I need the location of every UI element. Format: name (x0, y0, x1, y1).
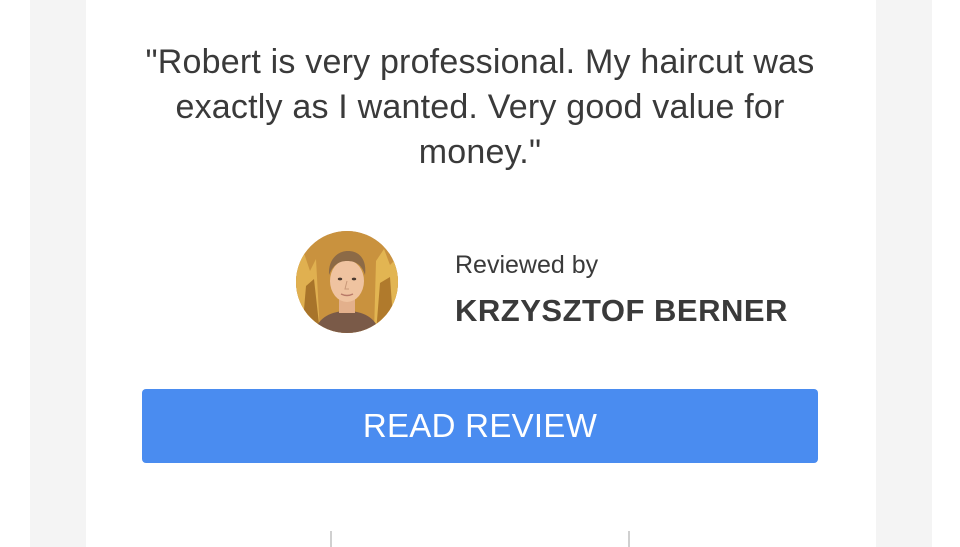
review-quote: "Robert is very professional. My haircut… (145, 43, 815, 171)
reviewer-avatar (296, 231, 398, 333)
read-review-button[interactable]: READ REVIEW (142, 389, 818, 463)
review-page: "Robert is very professional. My haircut… (0, 0, 960, 547)
reviewer-name: KRZYSZTOF BERNER (455, 293, 788, 328)
reviewer-avatar-icon (296, 231, 398, 333)
bottom-divider-left (330, 531, 332, 547)
left-gutter (30, 0, 86, 547)
right-gutter (876, 0, 932, 547)
reviewed-by-label: Reviewed by (455, 251, 599, 279)
bottom-divider-right (628, 531, 630, 547)
